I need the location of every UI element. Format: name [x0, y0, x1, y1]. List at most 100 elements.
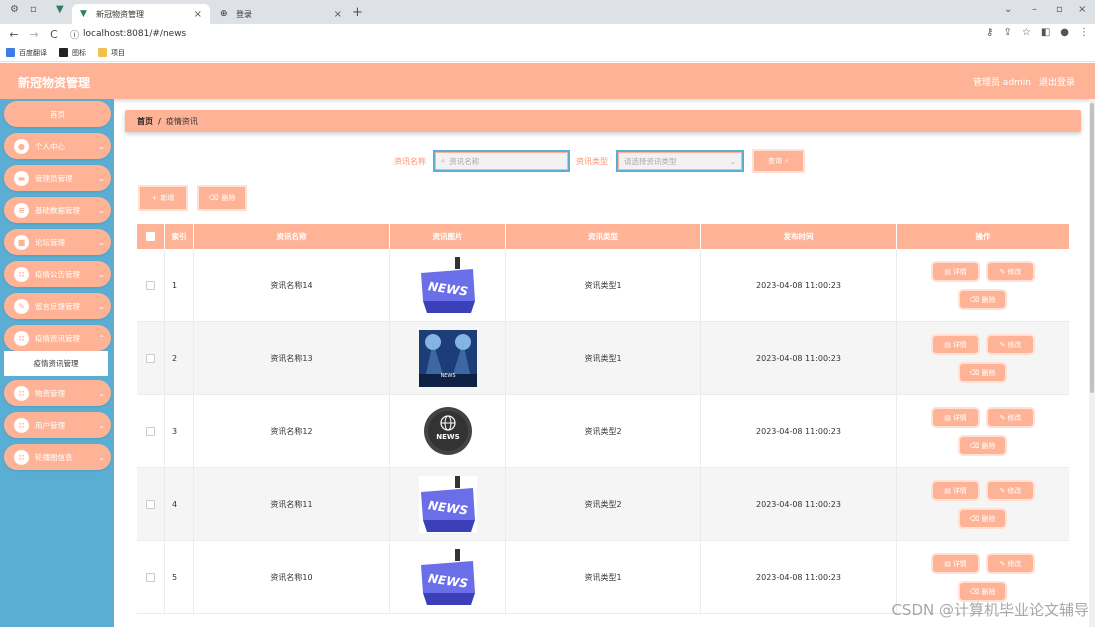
- plus-icon: +: [151, 194, 158, 202]
- admin-icon: ▬: [14, 170, 29, 186]
- grid-icon: ∷: [14, 266, 29, 282]
- url-field[interactable]: ⓘ localhost:8081/#/news: [70, 28, 186, 41]
- row-checkbox[interactable]: [146, 573, 155, 582]
- back-icon[interactable]: ←: [8, 28, 20, 41]
- sidebar-subitem-news-manage[interactable]: 疫情资讯管理: [4, 351, 108, 376]
- cell-actions: ▤ 详情 ✎ 修改 ⌫ 删除: [897, 322, 1069, 395]
- sidebar-item-base-data[interactable]: ≡ 基础数据管理 ⌄: [4, 197, 111, 223]
- delete-button[interactable]: ⌫ 删除: [960, 291, 1005, 308]
- key-icon[interactable]: ⚷: [986, 27, 993, 38]
- row-checkbox[interactable]: [146, 427, 155, 436]
- sidebar-item-supplies[interactable]: ∷ 物资管理 ⌄: [4, 380, 111, 406]
- vue-icon[interactable]: ▼: [56, 4, 64, 15]
- sidebar-item-profile[interactable]: ● 个人中心 ⌄: [4, 133, 111, 159]
- row-select-cell: [137, 395, 165, 468]
- chevron-down-icon: ⌄: [729, 156, 736, 166]
- row-checkbox[interactable]: [146, 281, 155, 290]
- sidebar-item-users[interactable]: ∷ 用户管理 ⌄: [4, 412, 111, 438]
- sidepanel-icon[interactable]: ◧: [1041, 27, 1050, 38]
- col-index: 索引: [165, 224, 194, 249]
- breadcrumb: 首页 / 疫情资讯: [125, 110, 1081, 132]
- reload-icon[interactable]: C: [48, 28, 60, 41]
- edit-button[interactable]: ✎ 修改: [988, 336, 1033, 353]
- sidebar-item-label: 疫情公告管理: [35, 269, 80, 279]
- minimize-icon[interactable]: –: [1032, 4, 1037, 15]
- scrollbar-thumb[interactable]: [1090, 103, 1094, 393]
- new-tab-icon[interactable]: +: [352, 5, 363, 20]
- tab-main[interactable]: ▼ 新冠物资管理 ×: [72, 4, 210, 24]
- col-time: 发布时间: [701, 224, 897, 249]
- edit-button[interactable]: ✎ 修改: [988, 482, 1033, 499]
- close-tab-icon[interactable]: ×: [334, 9, 342, 20]
- edit-icon: ✎: [999, 559, 1006, 568]
- cell-time: 2023-04-08 11:00:23: [701, 541, 897, 614]
- image-icon: [59, 48, 68, 57]
- sidebar-item-notice[interactable]: ∷ 疫情公告管理 ⌄: [4, 261, 111, 287]
- globe-favicon-icon: ⊕: [220, 9, 228, 19]
- svg-text:NEWS: NEWS: [436, 433, 459, 441]
- name-search-input[interactable]: ⌕ 资讯名称: [433, 150, 570, 172]
- cell-time: 2023-04-08 11:00:23: [701, 468, 897, 541]
- list-icon: ≡: [14, 202, 29, 218]
- news-image: NEWS: [418, 476, 477, 533]
- sidebar-item-carousel[interactable]: ∷ 轮播图信息 ⌄: [4, 444, 111, 470]
- sidebar-item-label: 管理员管理: [35, 173, 73, 183]
- row-checkbox[interactable]: [146, 500, 155, 509]
- close-window-icon[interactable]: ×: [1078, 4, 1086, 15]
- detail-button[interactable]: ▤ 详情: [933, 336, 978, 353]
- detail-icon: ▤: [944, 486, 951, 495]
- sidebar-item-home[interactable]: 首页: [4, 101, 111, 127]
- star-icon[interactable]: ☆: [1022, 27, 1031, 38]
- sidebar-item-feedback[interactable]: ✎ 留言反馈管理 ⌄: [4, 293, 111, 319]
- row-select-cell: [137, 468, 165, 541]
- sidebar-item-news[interactable]: ∷ 疫情资讯管理 ⌃: [4, 325, 111, 351]
- tab-login[interactable]: ⊕ 登录 ×: [212, 4, 350, 24]
- share-icon[interactable]: ⇪: [1003, 27, 1011, 38]
- edit-button[interactable]: ✎ 修改: [988, 263, 1033, 280]
- restore-icon[interactable]: ▫: [1056, 4, 1063, 15]
- cell-type: 资讯类型2: [506, 395, 701, 468]
- detail-button[interactable]: ▤ 详情: [933, 409, 978, 426]
- table-row: 2 资讯名称13 NEWS 资讯类型1 2023-04-08 11:00:23 ▤ 详情 ✎ 修…: [137, 322, 1069, 395]
- bookmark-translate[interactable]: 百度翻译: [6, 48, 47, 58]
- news-image: NEWS: [418, 549, 477, 606]
- delete-button[interactable]: ⌫ 删除: [960, 364, 1005, 381]
- delete-button[interactable]: ⌫ 删除: [960, 583, 1005, 600]
- app-header: 新冠物资管理 管理员 admin 退出登录: [0, 63, 1095, 99]
- sidebar-subitem-label: 疫情资讯管理: [33, 359, 79, 368]
- detail-button[interactable]: ▤ 详情: [933, 482, 978, 499]
- detail-button[interactable]: ▤ 详情: [933, 263, 978, 280]
- row-checkbox[interactable]: [146, 354, 155, 363]
- page-scrollbar[interactable]: [1089, 99, 1095, 627]
- sidebar-item-forum[interactable]: ■ 论坛管理 ⌄: [4, 229, 111, 255]
- menu-icon[interactable]: ⋮: [1079, 27, 1089, 38]
- grid-icon: ∷: [14, 417, 29, 433]
- chevron-down-icon[interactable]: ⌄: [1004, 4, 1012, 15]
- query-button[interactable]: 查询 ⌕: [754, 151, 803, 171]
- feedback-icon: ✎: [14, 298, 29, 314]
- delete-button[interactable]: ⌫ 删除: [960, 510, 1005, 527]
- sidebar-item-label: 留言反馈管理: [35, 301, 80, 311]
- chrome-icon[interactable]: ⚙: [10, 4, 19, 15]
- add-button[interactable]: + 新增: [140, 187, 186, 209]
- edit-button[interactable]: ✎ 修改: [988, 555, 1033, 572]
- detail-button[interactable]: ▤ 详情: [933, 555, 978, 572]
- sidebar: 首页 ● 个人中心 ⌄ ▬ 管理员管理 ⌄ ≡ 基础数据管理 ⌄ ■ 论坛管理 …: [0, 99, 114, 627]
- sidebar-item-label: 物资管理: [35, 388, 65, 398]
- breadcrumb-home[interactable]: 首页: [137, 116, 153, 127]
- select-all-checkbox[interactable]: [146, 232, 155, 241]
- bookmark-project[interactable]: 项目: [98, 48, 125, 58]
- bookmark-icons[interactable]: 图标: [59, 48, 86, 58]
- blank-tab-icon[interactable]: ▫: [30, 4, 37, 15]
- batch-delete-button[interactable]: ⌫ 删除: [199, 187, 245, 209]
- news-image: NEWS: [418, 330, 477, 387]
- type-select[interactable]: 请选择资讯类型 ⌄: [616, 150, 744, 172]
- forward-icon[interactable]: →: [28, 28, 40, 41]
- sidebar-item-admin[interactable]: ▬ 管理员管理 ⌄: [4, 165, 111, 191]
- edit-button[interactable]: ✎ 修改: [988, 409, 1033, 426]
- close-tab-icon[interactable]: ×: [194, 9, 202, 20]
- profile-icon[interactable]: ●: [1060, 27, 1069, 38]
- delete-button[interactable]: ⌫ 删除: [960, 437, 1005, 454]
- row-select-cell: [137, 322, 165, 395]
- logout-link[interactable]: 退出登录: [1039, 75, 1075, 88]
